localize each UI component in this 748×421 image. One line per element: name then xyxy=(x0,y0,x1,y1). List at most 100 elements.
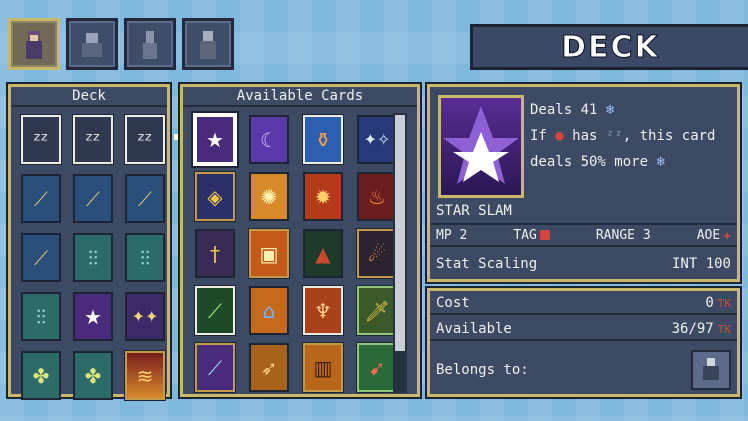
sleep-icon: ᶻᶻ xyxy=(33,127,49,152)
desc-if: If xyxy=(530,128,547,144)
stat-scaling-value: INT 100 xyxy=(671,256,731,272)
character-tab-1[interactable] xyxy=(8,18,60,70)
deck-card-sleep[interactable]: ᶻᶻ xyxy=(21,115,61,164)
deck-card-staff[interactable]: ⟋ xyxy=(21,174,61,223)
star-icon: ★ xyxy=(84,304,102,329)
character-tab-4[interactable] xyxy=(182,18,234,70)
totem-icon: ▥ xyxy=(313,355,333,380)
card-description: Deals 41 ❄ If ● has ᶻᶻ, this card deals … xyxy=(530,97,730,175)
cost-panel: Cost 0 TK Available 36/97 TK Belongs to: xyxy=(427,288,740,397)
card-wand[interactable]: ⟋ xyxy=(195,343,235,392)
aoe-label: AOE xyxy=(696,227,721,243)
deck-card-staff[interactable]: ⟋ xyxy=(73,174,113,223)
clover-icon: ✤ xyxy=(32,363,50,388)
sleep-icon: ᶻᶻ xyxy=(85,127,101,152)
meteor-icon: ☄ xyxy=(368,241,386,266)
deck-card-stars[interactable]: ✦✦ xyxy=(125,292,165,341)
card-rocket[interactable]: ➹ xyxy=(357,343,397,392)
card-fire[interactable]: ♨ xyxy=(357,172,397,221)
card-stats-row: MP 2 TAG RANGE 3 AOE ✚ xyxy=(430,223,737,247)
card-arrow[interactable]: ➶ xyxy=(249,343,289,392)
stars-icon: ✦✦ xyxy=(131,307,159,326)
card-info-panel: Deals 41 ❄ If ● has ᶻᶻ, this card deals … xyxy=(427,84,740,282)
available-row: Available 36/97 TK xyxy=(430,319,737,341)
card-door[interactable]: ⌂ xyxy=(249,286,289,335)
scrollbar-thumb[interactable] xyxy=(395,115,405,351)
owner-portrait-icon[interactable] xyxy=(691,350,731,390)
tree-icon: ♆ xyxy=(314,298,332,323)
card-cave[interactable]: ▲ xyxy=(303,229,343,278)
rain-icon: ⫶⫶ xyxy=(140,245,150,270)
deck-card-clover[interactable]: ✤ xyxy=(73,351,113,400)
deck-panel-title: Deck xyxy=(11,87,167,107)
card-explosion[interactable]: ✹ xyxy=(303,172,343,221)
door-icon: ⌂ xyxy=(262,298,276,323)
wizard-portrait-icon xyxy=(26,31,42,59)
sleep-icon: ᶻᶻ xyxy=(137,127,153,152)
clover-icon: ✤ xyxy=(84,363,102,388)
deck-grid: ᶻᶻ ᶻᶻ ᶻᶻ ⟋ ⟋ ⟋ ⟋ ⫶⫶ ⫶⫶ ⫶⫶ ★ ✦✦ ✤ ✤ ≋ xyxy=(21,115,165,400)
card-star-slam[interactable]: ★ xyxy=(195,115,235,164)
sparkle-icon: ✦✧ xyxy=(363,130,391,149)
cost-row: Cost 0 TK xyxy=(430,293,737,315)
shield-icon: ▣ xyxy=(259,241,279,266)
card-tree[interactable]: ♆ xyxy=(303,286,343,335)
blade-icon: ⟋ xyxy=(208,298,222,323)
tag-label: TAG xyxy=(513,227,537,243)
star-slam-art-icon xyxy=(443,106,519,184)
desc-line-3: deals 50% more xyxy=(530,154,649,170)
deck-card-rain[interactable]: ⫶⫶ xyxy=(21,292,61,341)
range-stat: RANGE 3 xyxy=(595,227,651,243)
card-shield[interactable]: ▣ xyxy=(249,229,289,278)
orb-icon: ◈ xyxy=(207,184,223,209)
deck-card-staff[interactable]: ⟋ xyxy=(125,174,165,223)
deck-card-clover[interactable]: ✤ xyxy=(21,351,61,400)
desc-this-card: , this card xyxy=(622,128,716,144)
card-sword[interactable]: † xyxy=(195,229,235,278)
card-sparkle[interactable]: ✦✧ xyxy=(357,115,397,164)
deck-panel: Deck ᶻᶻ ᶻᶻ ᶻᶻ ⟋ ⟋ ⟋ ⟋ ⫶⫶ ⫶⫶ ⫶⫶ ★ ✦✦ ✤ ✤ … xyxy=(8,84,170,400)
desc-line-1: Deals 41 xyxy=(530,102,598,118)
staff-icon: ⟋ xyxy=(86,186,100,211)
available-cards-panel: Available Cards ★ ☾ ⚱ ✦✧ ◈ ✺ ✹ ♨ † ▣ ▲ ☄… xyxy=(180,84,420,397)
page-title: DECK xyxy=(561,29,660,65)
character-tab-2[interactable] xyxy=(66,18,118,70)
deck-card-rain[interactable]: ⫶⫶ xyxy=(73,233,113,282)
rocket-icon: ➹ xyxy=(368,355,386,380)
card-meteor[interactable]: ☄ xyxy=(357,229,397,278)
cost-amount: 0 TK xyxy=(705,295,731,311)
arrow-icon: ➶ xyxy=(260,355,278,380)
mp-stat: MP 2 xyxy=(436,227,468,243)
deck-card-rain[interactable]: ⫶⫶ xyxy=(125,233,165,282)
available-cards-title: Available Cards xyxy=(183,87,417,107)
deck-card-flame[interactable]: ≋ xyxy=(125,351,165,400)
deck-card-sleep[interactable]: ᶻᶻ xyxy=(73,115,113,164)
character-tab-3[interactable] xyxy=(124,18,176,70)
card-moon[interactable]: ☾ xyxy=(249,115,289,164)
tag-stat: TAG xyxy=(513,227,550,243)
card-dagger[interactable]: 🗡 xyxy=(357,286,397,335)
wand-icon: ⟋ xyxy=(208,355,222,380)
cost-value: 0 xyxy=(705,295,714,311)
card-potion[interactable]: ⚱ xyxy=(303,115,343,164)
sunburst-icon: ✺ xyxy=(260,184,278,209)
flame-icon: ≋ xyxy=(136,363,154,388)
magic-damage-icon: ❄ xyxy=(656,154,665,170)
card-totem[interactable]: ▥ xyxy=(303,343,343,392)
rain-icon: ⫶⫶ xyxy=(36,304,46,329)
available-cards-grid: ★ ☾ ⚱ ✦✧ ◈ ✺ ✹ ♨ † ▣ ▲ ☄ ⟋ ⌂ ♆ 🗡 ⟋ ➶ ▥ ➹ xyxy=(195,115,397,392)
card-sunburst[interactable]: ✺ xyxy=(249,172,289,221)
magic-damage-icon: ❄ xyxy=(605,102,615,118)
deck-header: DECK xyxy=(470,24,748,70)
card-blade[interactable]: ⟋ xyxy=(195,286,235,335)
stat-scaling-row: Stat Scaling INT 100 xyxy=(430,251,737,277)
available-cards-scrollbar[interactable] xyxy=(393,113,407,393)
sleep-status-icon: ᶻᶻ xyxy=(605,128,623,144)
star-icon: ★ xyxy=(206,127,224,152)
cost-label: Cost xyxy=(436,295,470,311)
card-orb[interactable]: ◈ xyxy=(195,172,235,221)
deck-card-staff[interactable]: ⟋ xyxy=(21,233,61,282)
cost-unit: TK xyxy=(717,297,731,310)
deck-card-sleep[interactable]: ᶻᶻ xyxy=(125,115,165,164)
deck-card-star[interactable]: ★ xyxy=(73,292,113,341)
